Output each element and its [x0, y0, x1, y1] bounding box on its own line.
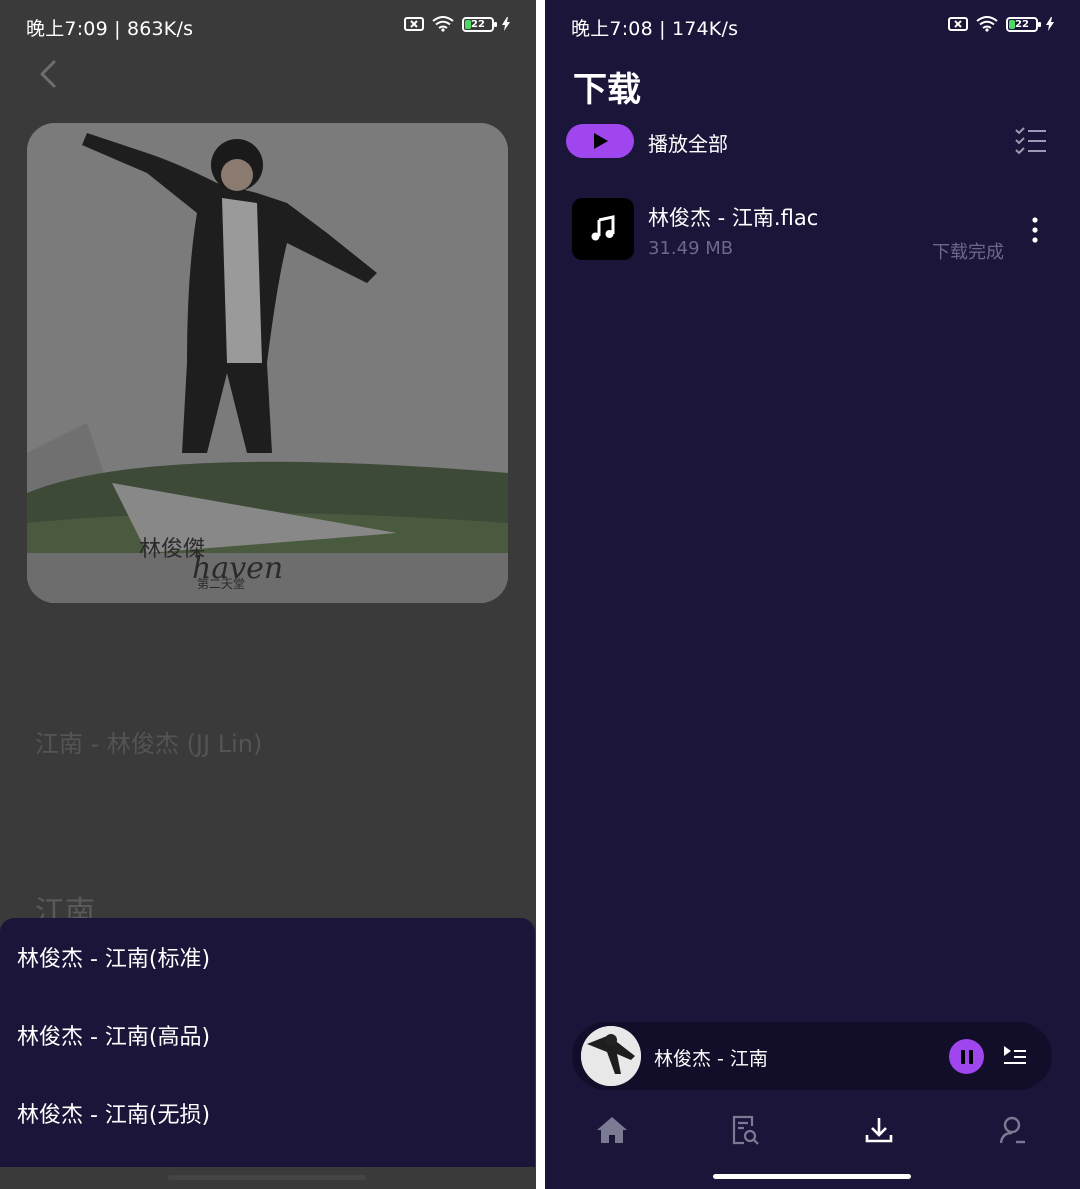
search-list-icon	[732, 1115, 759, 1145]
quality-option-lossless[interactable]: 林俊杰 - 江南(无损)	[0, 1074, 535, 1152]
battery-icon: 22	[462, 16, 497, 32]
lyric-line: 江南 - 林俊杰 (JJ Lin)	[35, 730, 263, 758]
pause-icon	[960, 1049, 973, 1064]
battery-level: 22	[471, 18, 485, 30]
charging-icon	[502, 17, 510, 31]
nav-user[interactable]	[988, 1105, 1038, 1155]
album-art-image: 林俊傑 haven 第二天堂	[27, 123, 508, 603]
quality-option-standard[interactable]: 林俊杰 - 江南(标准)	[0, 918, 535, 996]
home-icon	[597, 1117, 627, 1143]
status-icons: 22	[948, 16, 1054, 32]
mini-player-art	[581, 1026, 641, 1086]
music-note-icon	[572, 198, 634, 260]
mini-player[interactable]: 林俊杰 - 江南	[572, 1022, 1052, 1090]
page-title: 下载	[573, 70, 641, 110]
quality-sheet: 林俊杰 - 江南(标准) 林俊杰 - 江南(高品) 林俊杰 - 江南(无损)	[0, 918, 535, 1167]
wifi-icon	[976, 16, 998, 32]
bottom-nav	[545, 1105, 1080, 1155]
status-bar: 晚上7:09 | 863K/s 22	[0, 12, 536, 42]
home-indicator[interactable]	[168, 1175, 366, 1180]
charging-icon	[1046, 17, 1054, 31]
download-list-item[interactable]: 林俊杰 - 江南.flac 31.49 MB 下载完成	[572, 198, 1052, 263]
pause-button[interactable]	[949, 1039, 984, 1074]
battery-icon: 22	[1006, 16, 1041, 32]
sim-off-icon	[948, 17, 968, 31]
wifi-icon	[432, 16, 454, 32]
nav-search-list[interactable]	[720, 1105, 770, 1155]
playlist-icon[interactable]	[1002, 1043, 1028, 1069]
play-all-label[interactable]: 播放全部	[648, 128, 728, 157]
user-icon	[999, 1116, 1025, 1144]
download-file-name: 林俊杰 - 江南.flac	[648, 206, 819, 230]
download-icon	[865, 1118, 893, 1143]
status-time: 晚上7:09 | 863K/s	[26, 18, 194, 40]
play-icon	[594, 133, 608, 149]
download-file-size: 31.49 MB	[648, 238, 734, 259]
mini-player-title: 林俊杰 - 江南	[654, 1048, 768, 1070]
battery-level: 22	[1015, 18, 1029, 30]
player-screen: 晚上7:09 | 863K/s 22 林俊傑 haven 第二天堂 江南 - 林…	[0, 0, 536, 1189]
multi-select-icon[interactable]	[1014, 126, 1048, 156]
nav-download[interactable]	[854, 1105, 904, 1155]
status-bar: 晚上7:08 | 174K/s 22	[545, 12, 1080, 42]
quality-option-high[interactable]: 林俊杰 - 江南(高品)	[0, 996, 535, 1074]
album-subtitle-text: 第二天堂	[197, 577, 245, 591]
back-button[interactable]	[34, 56, 64, 92]
home-indicator[interactable]	[713, 1174, 911, 1179]
downloads-screen: 晚上7:08 | 174K/s 22 下载 播放全部 林俊杰 - 江南.flac…	[545, 0, 1080, 1189]
download-status: 下载完成	[932, 242, 1004, 263]
album-cover: 林俊傑 haven 第二天堂	[27, 123, 508, 603]
play-all-button[interactable]	[566, 124, 634, 158]
status-time: 晚上7:08 | 174K/s	[571, 18, 739, 40]
status-icons: 22	[404, 16, 510, 32]
nav-home[interactable]	[587, 1105, 637, 1155]
sim-off-icon	[404, 17, 424, 31]
more-vert-icon[interactable]	[1028, 216, 1042, 244]
